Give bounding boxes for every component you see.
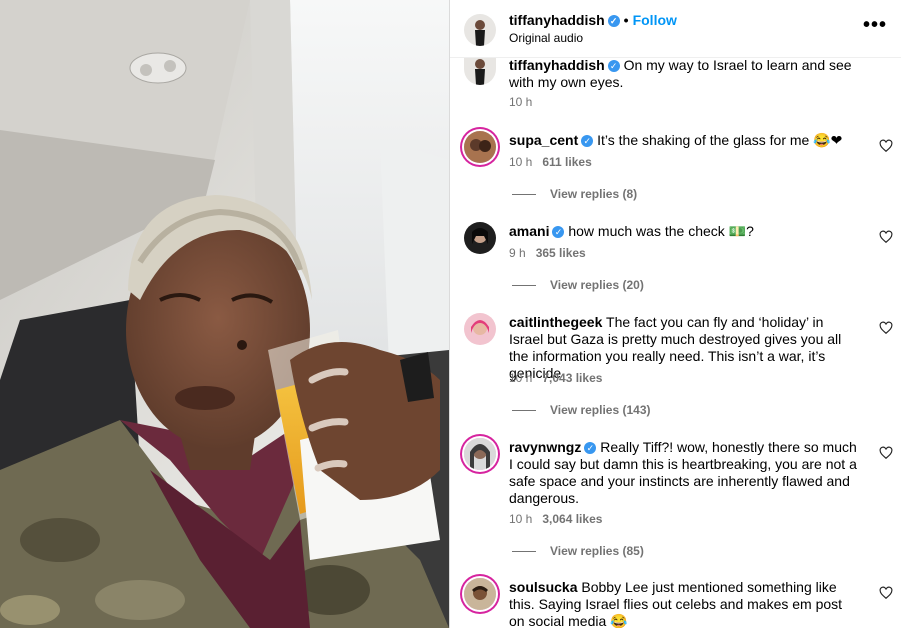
heart-icon[interactable] [879,230,893,244]
comment-time: 9 h [509,246,526,260]
comment-username[interactable]: amani [509,223,549,239]
verified-icon: ✓ [584,442,597,454]
post-photo [0,0,449,628]
post-header: tiffanyhaddish ✓ • Follow Original audio ••… [450,0,901,58]
view-replies-label: View replies (85) [550,544,644,558]
view-replies-button[interactable]: View replies (85) [512,544,644,558]
author-username[interactable]: tiffanyhaddish [509,12,605,28]
commenter-avatar[interactable] [464,131,496,163]
comment-likes[interactable]: 365 likes [536,246,586,260]
separator-dot: • [623,12,629,28]
verified-icon: ✓ [607,60,620,72]
comment-likes[interactable]: 7,043 likes [542,371,602,385]
commenter-avatar[interactable] [464,578,496,610]
view-replies-button[interactable]: View replies (8) [512,187,637,201]
commenter-avatar[interactable] [464,313,496,345]
post-panel: tiffanyhaddish ✓ • Follow Original audio ••… [450,0,901,628]
view-replies-label: View replies (8) [550,187,638,201]
comment-meta: 10 h 3,064 likes [509,512,602,526]
caption-username[interactable]: tiffanyhaddish [509,57,605,73]
post-media[interactable] [0,0,449,628]
comment-meta: 10 h 7,043 likes [509,371,602,385]
comment-likes[interactable]: 611 likes [542,155,591,169]
view-replies-button[interactable]: View replies (143) [512,403,651,417]
comment-time: 10 h [509,155,533,169]
more-options-icon[interactable]: ••• [863,14,887,37]
comment-text: soulsucka Bobby Lee just mentioned somet… [509,579,859,628]
verified-icon: ✓ [552,226,565,238]
commenter-avatar[interactable] [464,222,496,254]
author-avatar[interactable] [464,14,496,46]
comment-meta: 10 h 611 likes [509,155,592,169]
comment-username[interactable]: caitlinthegeek [509,314,602,330]
comment-text: supa_cent ✓ It’s the shaking of the glass… [509,132,859,149]
commenter-avatar[interactable] [464,438,496,470]
verified-icon: ✓ [581,135,594,147]
comment-username[interactable]: ravynwngz [509,439,581,455]
heart-icon[interactable] [879,586,893,600]
view-replies-label: View replies (143) [550,403,651,417]
replies-line [512,410,536,412]
comment-username[interactable]: soulsucka [509,579,577,595]
heart-icon[interactable] [879,139,893,153]
original-audio-link[interactable]: Original audio [509,31,583,45]
comment-time: 10 h [509,512,533,526]
comment-body: how much was the check 💵? [568,223,754,239]
comment-time: 10 h [509,371,533,385]
comment-likes[interactable]: 3,064 likes [542,512,602,526]
heart-icon[interactable] [879,321,893,335]
comment-text: ravynwngz ✓ Really Tiff?! wow, honestly t… [509,439,859,507]
heart-icon[interactable] [879,446,893,460]
comment-body: It’s the shaking of the glass for me 😂❤ [597,132,843,148]
comment-text: amani ✓ how much was the check 💵? [509,223,859,240]
view-replies-label: View replies (20) [550,278,644,292]
replies-line [512,194,536,196]
verified-icon: ✓ [607,15,620,27]
replies-line [512,285,536,287]
caption-avatar[interactable] [464,57,496,85]
caption-time: 10 h [509,95,533,109]
follow-button[interactable]: Follow [633,12,677,28]
author-line: tiffanyhaddish ✓ • Follow [509,12,677,28]
comment-username[interactable]: supa_cent [509,132,578,148]
caption-text: tiffanyhaddish ✓ On my way to Israel to l… [509,57,859,91]
replies-line [512,551,536,553]
comment-meta: 9 h 365 likes [509,246,586,260]
view-replies-button[interactable]: View replies (20) [512,278,644,292]
